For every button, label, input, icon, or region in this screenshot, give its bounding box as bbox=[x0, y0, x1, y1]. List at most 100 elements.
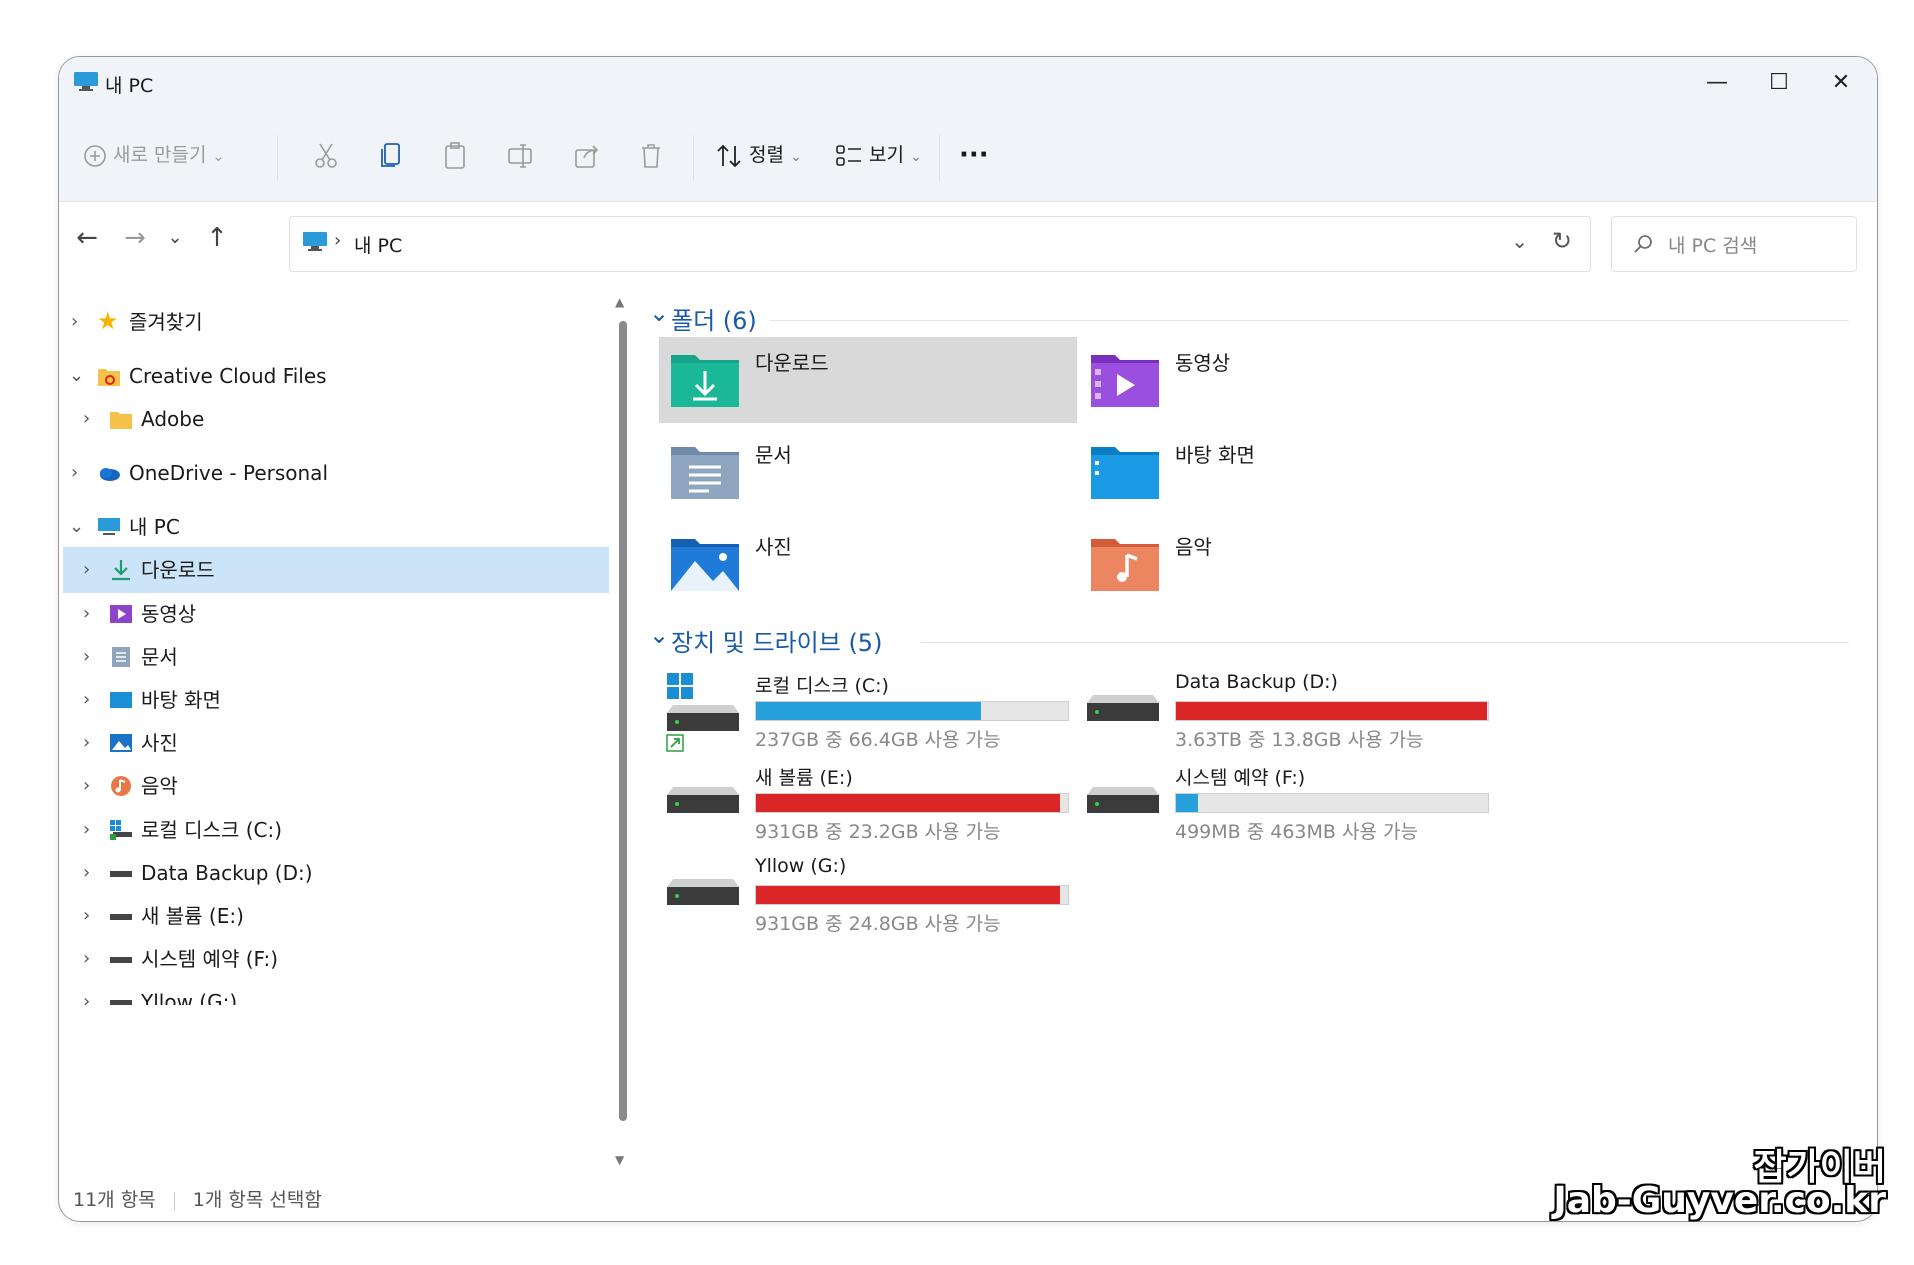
share-button[interactable] bbox=[573, 135, 601, 175]
hard-drive-icon bbox=[1087, 695, 1159, 721]
hard-drive-icon bbox=[110, 871, 132, 877]
refresh-icon[interactable]: ↻ bbox=[1552, 227, 1572, 255]
chevron-down-icon: ⌄ bbox=[910, 149, 922, 165]
sidebar-scrollbar[interactable]: ▲ ▼ bbox=[611, 295, 635, 1185]
sidebar-item-this-pc[interactable]: ⌄ 내 PC bbox=[59, 504, 609, 550]
sidebar-item-documents[interactable]: › 문서 bbox=[59, 634, 609, 680]
scrollbar-thumb[interactable] bbox=[619, 321, 627, 1121]
drive-tile-c[interactable]: 로컬 디스크 (C:) 237GB 중 66.4GB 사용 가능 bbox=[659, 671, 1077, 761]
chevron-right-icon[interactable]: › bbox=[83, 807, 90, 853]
folder-tile-label: 사진 bbox=[755, 535, 792, 559]
chevron-down-icon[interactable]: ⌄ bbox=[69, 504, 84, 550]
folder-tile-desktop[interactable]: 바탕 화면 bbox=[1079, 429, 1497, 515]
download-arrow-icon bbox=[112, 560, 130, 581]
drive-tile-g[interactable]: Yllow (G:) 931GB 중 24.8GB 사용 가능 bbox=[659, 855, 1077, 945]
title-bar: 내 PC — ☐ ✕ bbox=[59, 57, 1877, 107]
rename-button[interactable] bbox=[507, 135, 535, 175]
chevron-right-icon[interactable]: › bbox=[83, 591, 90, 637]
address-history-chevron-icon[interactable]: ⌄ bbox=[1511, 229, 1528, 253]
folder-tile-label: 음악 bbox=[1175, 535, 1212, 559]
file-explorer-window: 내 PC — ☐ ✕ 새로 만들기 ⌄ 정렬 ⌄ 보기 ⌄ ··· ← → ⌄ … bbox=[58, 56, 1878, 1222]
recent-locations-chevron-icon[interactable]: ⌄ bbox=[157, 220, 193, 256]
folder-tile-pictures[interactable]: 사진 bbox=[659, 521, 1077, 607]
drives-section-header[interactable]: 장치 및 드라이브 (5) bbox=[671, 623, 882, 658]
chevron-down-icon: ⌄ bbox=[212, 149, 225, 165]
sidebar-item-music[interactable]: › 음악 bbox=[59, 763, 609, 809]
cut-button[interactable] bbox=[313, 135, 339, 175]
trash-icon bbox=[642, 143, 660, 168]
sort-button-label: 정렬 bbox=[749, 144, 785, 166]
sidebar-item-creative-cloud[interactable]: ⌄ Creative Cloud Files bbox=[59, 353, 609, 399]
chevron-right-icon[interactable]: › bbox=[83, 396, 90, 442]
chevron-right-icon[interactable]: › bbox=[83, 936, 90, 982]
drive-usage-text: 237GB 중 66.4GB 사용 가능 bbox=[755, 729, 1001, 751]
music-folder-icon bbox=[1091, 539, 1159, 591]
sidebar-item-label: 시스템 예약 (F:) bbox=[141, 947, 279, 971]
scroll-up-arrow-icon[interactable]: ▲ bbox=[615, 295, 624, 309]
sidebar-item-downloads[interactable]: › 다운로드 bbox=[63, 547, 609, 593]
sidebar-item-drive-f[interactable]: › 시스템 예약 (F:) bbox=[59, 936, 609, 982]
sidebar-item-label: 로컬 디스크 (C:) bbox=[141, 818, 283, 842]
forward-arrow-icon[interactable]: → bbox=[117, 220, 153, 256]
chevron-right-icon[interactable]: › bbox=[83, 763, 90, 809]
address-bar[interactable]: › 내 PC ⌄ ↻ bbox=[289, 216, 1591, 272]
drive-tile-f[interactable]: 시스템 예약 (F:) 499MB 중 463MB 사용 가능 bbox=[1079, 763, 1497, 853]
chevron-right-icon[interactable]: › bbox=[83, 547, 90, 593]
sidebar-item-drive-g[interactable]: › Yllow (G:) bbox=[59, 979, 609, 1005]
sort-icon bbox=[717, 144, 741, 167]
sidebar-item-drive-e[interactable]: › 새 볼륨 (E:) bbox=[59, 893, 609, 939]
chevron-right-icon[interactable]: › bbox=[83, 893, 90, 939]
paste-button[interactable] bbox=[443, 135, 467, 175]
item-count: 11개 항목 bbox=[73, 1189, 156, 1211]
drive-tile-d[interactable]: Data Backup (D:) 3.63TB 중 13.8GB 사용 가능 bbox=[1079, 671, 1497, 761]
breadcrumb-current[interactable]: 내 PC bbox=[354, 231, 402, 258]
copy-button[interactable] bbox=[379, 135, 403, 175]
chevron-right-icon[interactable]: › bbox=[83, 677, 90, 723]
folder-tile-downloads[interactable]: 다운로드 bbox=[659, 337, 1077, 423]
sidebar-item-desktop[interactable]: › 바탕 화면 bbox=[59, 677, 609, 723]
copy-icon bbox=[381, 142, 400, 167]
more-options-button[interactable]: ··· bbox=[959, 135, 989, 175]
drive-tile-e[interactable]: 새 볼륨 (E:) 931GB 중 23.2GB 사용 가능 bbox=[659, 763, 1077, 853]
sidebar-item-videos[interactable]: › 동영상 bbox=[59, 591, 609, 637]
search-box[interactable]: 내 PC 검색 bbox=[1611, 216, 1857, 272]
chevron-down-icon[interactable]: ⌄ bbox=[69, 353, 84, 399]
chevron-right-icon[interactable]: › bbox=[71, 299, 78, 345]
drives-collapse-chevron-icon[interactable]: ⌄ bbox=[649, 621, 669, 649]
drive-usage-bar bbox=[755, 793, 1069, 813]
chevron-right-icon[interactable]: › bbox=[83, 634, 90, 680]
up-arrow-icon[interactable]: ↑ bbox=[199, 220, 235, 256]
view-button[interactable]: 보기 ⌄ bbox=[835, 135, 922, 175]
maximize-button[interactable]: ☐ bbox=[1749, 65, 1809, 101]
sidebar-item-adobe[interactable]: › Adobe bbox=[59, 396, 609, 442]
creative-cloud-folder-icon bbox=[98, 369, 120, 386]
chevron-right-icon[interactable]: › bbox=[83, 979, 90, 1005]
close-button[interactable]: ✕ bbox=[1811, 65, 1871, 101]
chevron-right-icon[interactable]: › bbox=[83, 720, 90, 766]
sidebar-item-drive-d[interactable]: › Data Backup (D:) bbox=[59, 850, 609, 896]
chevron-right-icon[interactable]: › bbox=[71, 450, 78, 496]
delete-button[interactable] bbox=[639, 135, 663, 175]
navigation-pane: › ★ 즐겨찾기 ⌄ Creative Cloud Files › Adobe … bbox=[59, 287, 609, 1177]
sidebar-item-label: Yllow (G:) bbox=[141, 990, 238, 1005]
folder-tile-documents[interactable]: 문서 bbox=[659, 429, 1077, 515]
folders-collapse-chevron-icon[interactable]: ⌄ bbox=[649, 299, 669, 327]
folder-tile-videos[interactable]: 동영상 bbox=[1079, 337, 1497, 423]
sidebar-item-favorites[interactable]: › ★ 즐겨찾기 bbox=[59, 299, 609, 345]
folders-section-header[interactable]: 폴더 (6) bbox=[671, 301, 757, 336]
this-pc-icon bbox=[98, 518, 120, 535]
system-drive-icon bbox=[666, 673, 739, 752]
sidebar-item-onedrive[interactable]: › OneDrive - Personal bbox=[59, 450, 609, 496]
scroll-down-arrow-icon[interactable]: ▼ bbox=[615, 1153, 624, 1167]
drive-name: Yllow (G:) bbox=[755, 855, 847, 877]
chevron-right-icon[interactable]: › bbox=[83, 850, 90, 896]
sidebar-item-pictures[interactable]: › 사진 bbox=[59, 720, 609, 766]
new-button[interactable]: 새로 만들기 ⌄ bbox=[83, 135, 224, 175]
drive-usage-text: 931GB 중 23.2GB 사용 가능 bbox=[755, 821, 1001, 843]
minimize-button[interactable]: — bbox=[1687, 65, 1747, 101]
folder-tile-music[interactable]: 음악 bbox=[1079, 521, 1497, 607]
sort-button[interactable]: 정렬 ⌄ bbox=[715, 135, 802, 175]
sidebar-item-drive-c[interactable]: › 로컬 디스크 (C:) bbox=[59, 807, 609, 853]
system-drive-icon bbox=[110, 820, 132, 840]
back-arrow-icon[interactable]: ← bbox=[69, 220, 105, 256]
